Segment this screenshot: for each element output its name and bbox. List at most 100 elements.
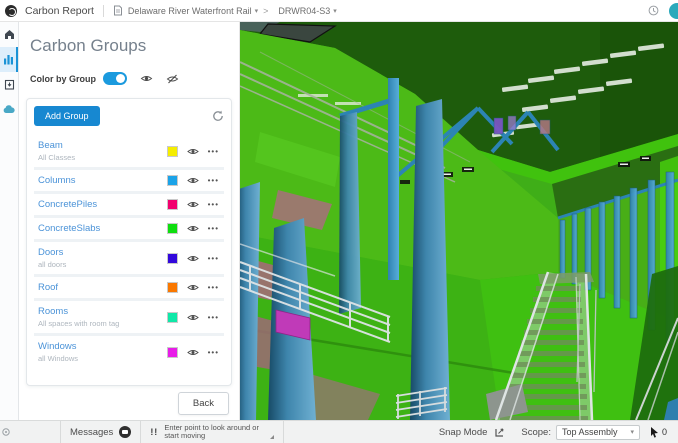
group-color-swatch[interactable] — [166, 223, 178, 234]
group-row[interactable]: Beam All Classes ••• — [34, 135, 224, 167]
group-color-swatch[interactable] — [166, 145, 178, 157]
topbar-divider — [102, 4, 104, 17]
eye-icon[interactable] — [186, 200, 199, 209]
messages-badge-icon[interactable] — [119, 426, 132, 438]
left-tool-rail — [0, 22, 19, 420]
color-by-group-toggle[interactable] — [103, 72, 127, 85]
group-text: Beam All Classes — [38, 140, 167, 162]
messages-cell[interactable]: Messages — [60, 421, 140, 443]
group-list: Beam All Classes ••• Columns ••• Concret… — [34, 135, 224, 368]
eye-icon[interactable] — [186, 313, 199, 322]
group-color-swatch[interactable] — [166, 311, 178, 323]
chevron-down-icon[interactable]: ▾ — [255, 7, 259, 15]
snap-mode-label[interactable]: Snap Mode — [439, 427, 488, 438]
viewport-3d[interactable] — [240, 22, 678, 420]
cursor-icon — [650, 426, 658, 438]
rail-item-cloud[interactable] — [0, 97, 18, 122]
group-text: ConcreteSlabs — [38, 223, 167, 234]
more-options-icon[interactable]: ••• — [208, 147, 219, 156]
toggle-knob — [116, 74, 125, 83]
group-name[interactable]: Doors — [38, 247, 167, 258]
group-row[interactable]: Rooms All spaces with room tag ••• — [34, 301, 224, 333]
group-row[interactable]: Columns ••• — [34, 170, 224, 191]
group-row[interactable]: Roof ••• — [34, 277, 224, 298]
group-color-swatch[interactable] — [166, 252, 178, 264]
group-name[interactable]: Roof — [38, 282, 167, 293]
group-color-swatch[interactable] — [166, 346, 178, 358]
group-color-swatch[interactable] — [166, 282, 178, 293]
chevron-down-icon: ▾ — [630, 429, 634, 436]
group-name[interactable]: ConcretePiles — [38, 199, 167, 210]
group-name[interactable]: Columns — [38, 175, 167, 186]
clipboard-icon — [4, 79, 14, 90]
more-options-icon[interactable]: ••• — [208, 176, 219, 185]
group-text: Doors all doors — [38, 247, 167, 269]
group-name[interactable]: Windows — [38, 341, 167, 352]
scope-dropdown[interactable]: Top Assembly ▾ — [555, 424, 640, 440]
breadcrumb-separator: > — [263, 5, 269, 16]
more-options-icon[interactable]: ••• — [208, 348, 219, 357]
group-text: Rooms All spaces with room tag — [38, 306, 167, 328]
group-name[interactable]: Rooms — [38, 306, 167, 317]
show-all-eye-icon[interactable] — [140, 74, 153, 83]
group-row[interactable]: ConcreteSlabs ••• — [34, 218, 224, 239]
hide-all-eye-off-icon[interactable] — [166, 74, 179, 84]
more-options-icon[interactable]: ••• — [208, 224, 219, 233]
statusbar-left-stub — [0, 421, 60, 443]
group-color-swatch[interactable] — [166, 199, 178, 210]
prompt-text: Enter point to look around or start movi… — [164, 423, 268, 441]
chevron-down-icon[interactable]: ▾ — [333, 7, 337, 15]
breadcrumb-project[interactable]: Delaware River Waterfront Rail — [128, 6, 252, 16]
card-toolbar: Add Group — [34, 106, 224, 126]
carbon-groups-panel: Carbon Groups Color by Group Add Group B… — [19, 22, 240, 420]
collapse-icon[interactable] — [2, 428, 10, 436]
more-options-icon[interactable]: ••• — [208, 313, 219, 322]
more-options-icon[interactable]: ••• — [208, 283, 219, 292]
application-window: Carbon Report Delaware River Waterfront … — [0, 0, 678, 443]
breadcrumb-model[interactable]: DRWR04-S3 — [278, 6, 330, 16]
refresh-icon[interactable] — [212, 110, 224, 122]
prompt-resize-handle[interactable] — [270, 435, 275, 439]
color-by-group-label: Color by Group — [30, 73, 96, 84]
clock-icon[interactable] — [648, 5, 659, 16]
more-options-icon[interactable]: ••• — [208, 200, 219, 209]
add-group-button[interactable]: Add Group — [34, 106, 100, 126]
eye-icon[interactable] — [186, 283, 199, 292]
color-by-group-row: Color by Group — [30, 72, 239, 85]
scope-value: Top Assembly — [561, 427, 618, 437]
status-bar: Messages !! Enter point to look around o… — [0, 420, 678, 443]
project-doc-icon — [113, 5, 122, 16]
more-options-icon[interactable]: ••• — [208, 254, 219, 263]
avatar[interactable] — [669, 2, 678, 19]
groups-card: Add Group Beam All Classes ••• Columns •… — [26, 98, 232, 386]
prompt-cell: !! Enter point to look around or start m… — [140, 421, 283, 443]
group-name[interactable]: Beam — [38, 140, 167, 151]
snap-mode-icon[interactable] — [494, 427, 505, 438]
group-color-swatch[interactable] — [166, 175, 178, 186]
rail-item-home[interactable] — [0, 22, 18, 47]
group-name[interactable]: ConcreteSlabs — [38, 223, 167, 234]
group-row[interactable]: Doors all doors ••• — [34, 242, 224, 274]
prompt-icon: !! — [150, 427, 159, 437]
group-row[interactable]: Windows all Windows ••• — [34, 336, 224, 368]
eye-icon[interactable] — [186, 176, 199, 185]
rail-item-packages[interactable] — [0, 72, 18, 97]
eye-icon[interactable] — [186, 224, 199, 233]
eye-icon[interactable] — [186, 348, 199, 357]
group-text: Roof — [38, 282, 167, 293]
group-text: ConcretePiles — [38, 199, 167, 210]
group-subtitle: all doors — [38, 260, 67, 269]
home-icon — [4, 30, 14, 39]
statusbar-spacer — [283, 421, 439, 443]
top-bar: Carbon Report Delaware River Waterfront … — [0, 0, 678, 22]
viewport-scene — [240, 22, 678, 420]
rail-item-carbon-groups[interactable] — [0, 47, 18, 72]
eye-icon[interactable] — [186, 254, 199, 263]
app-title: Carbon Report — [25, 4, 94, 17]
app-logo-icon[interactable] — [5, 4, 17, 17]
back-button[interactable]: Back — [177, 392, 229, 415]
eye-icon[interactable] — [186, 147, 199, 156]
group-row[interactable]: ConcretePiles ••• — [34, 194, 224, 215]
carbon-groups-icon — [3, 55, 13, 65]
messages-label[interactable]: Messages — [70, 427, 113, 438]
